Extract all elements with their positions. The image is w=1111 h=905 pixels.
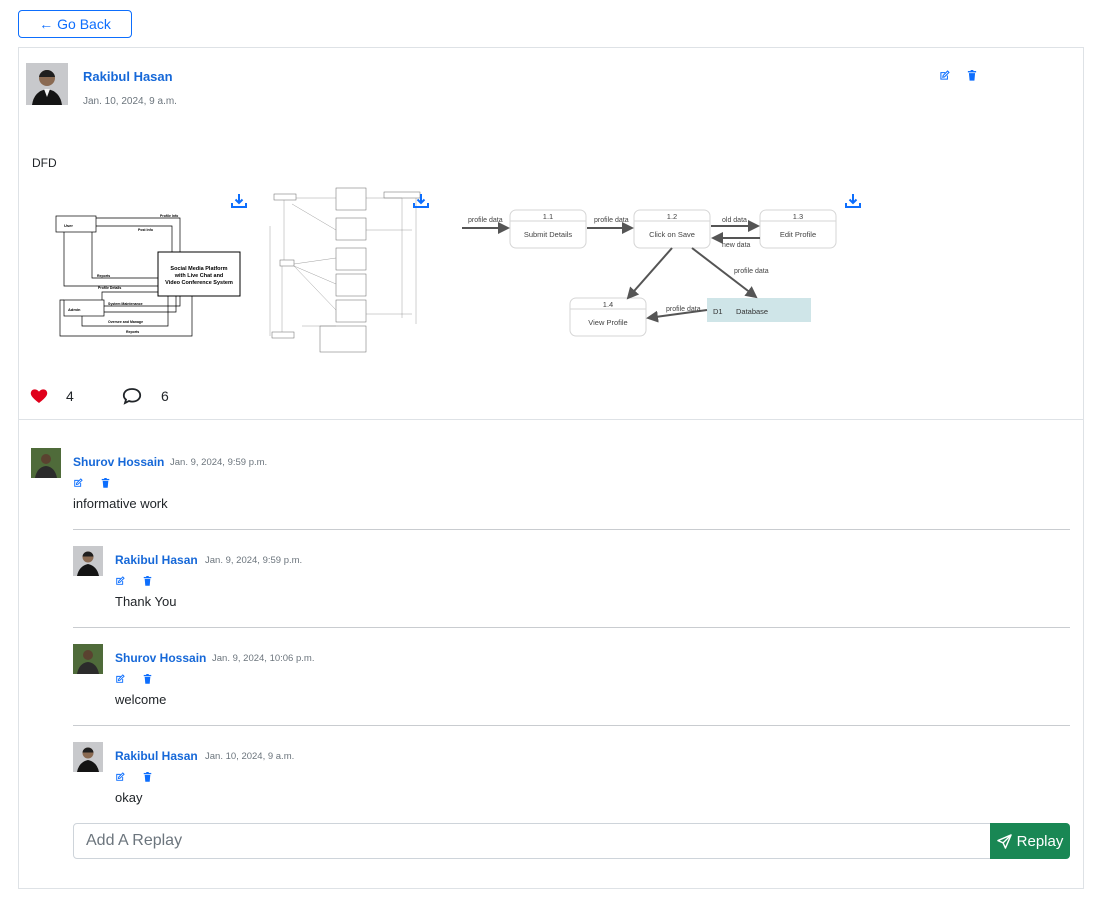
go-back-button[interactable]: ← Go Back [18, 10, 132, 38]
d1-system-maintenance: System Maintenance [108, 302, 143, 306]
d3-p2-id: 1.2 [667, 212, 677, 221]
chat-bubble-icon [122, 388, 142, 405]
d1-user: User [64, 223, 73, 228]
comment-trash-icon[interactable] [101, 478, 110, 488]
reply-text: welcome [115, 692, 167, 707]
d3-f5: profile data [734, 268, 769, 275]
reply-author[interactable]: Shurov Hossain [115, 651, 206, 665]
comment-author[interactable]: Shurov Hossain [73, 455, 164, 469]
download-icon[interactable] [845, 193, 861, 214]
d3-f1: profile data [468, 217, 503, 224]
comment-date: Jan. 9, 2024, 9:59 p.m. [170, 457, 268, 468]
d3-f2: profile data [594, 217, 629, 224]
comment-edit-icon[interactable] [73, 478, 83, 488]
d3-p4-id: 1.4 [603, 300, 613, 309]
like-button[interactable] [30, 388, 48, 409]
d1-reports: Reports [97, 274, 110, 278]
reply-edit-icon[interactable] [115, 772, 125, 782]
d1-center-3: Video Conference System [165, 280, 233, 286]
d3-p4: View Profile [588, 318, 627, 327]
d1-center-1: Social Media Platform [170, 266, 227, 272]
d1-center-2: with Live Chat and [174, 273, 224, 279]
reply-divider [73, 627, 1070, 628]
reply-date: Jan. 9, 2024, 10:06 p.m. [212, 653, 315, 664]
diagram-image-3[interactable]: 1.1 Submit Details 1.2 Click on Save 1.3… [460, 204, 840, 340]
go-back-label: Go Back [57, 16, 111, 32]
d3-f6: profile data [666, 306, 701, 313]
d1-admin: Admin [68, 307, 81, 312]
reply-author[interactable]: Rakibul Hasan [115, 553, 198, 567]
d1-profile-details: Profile Details [98, 286, 121, 290]
diagram-image-2[interactable] [262, 186, 432, 354]
d3-p1-id: 1.1 [543, 212, 553, 221]
d3-store: Database [736, 307, 768, 316]
reply-trash-icon[interactable] [143, 576, 152, 586]
d1-post-info: Post Info [138, 228, 153, 232]
post-body: DFD [32, 156, 57, 170]
send-icon [996, 833, 1012, 849]
reply-button-label: Replay [1016, 832, 1064, 850]
post-divider [18, 419, 1084, 420]
post-trash-icon[interactable] [967, 70, 977, 81]
heart-icon [30, 389, 48, 403]
reply-edit-icon[interactable] [115, 576, 125, 586]
reply-text: Thank You [115, 594, 177, 609]
post-date: Jan. 10, 2024, 9 a.m. [83, 96, 177, 107]
comment-button[interactable] [122, 387, 142, 410]
d3-p1: Submit Details [524, 230, 573, 239]
arrow-left-icon: ← [39, 16, 54, 32]
reply-edit-icon[interactable] [115, 674, 125, 684]
reply-button[interactable]: Replay [990, 823, 1070, 859]
reply-date: Jan. 10, 2024, 9 a.m. [205, 751, 295, 762]
reply-avatar [73, 546, 103, 576]
d3-store-id: D1 [713, 307, 723, 316]
download-icon[interactable] [413, 193, 429, 214]
d1-profile-info: Profile Info [160, 214, 178, 218]
d3-f3: old data [722, 217, 747, 224]
reply-avatar [73, 742, 103, 772]
reply-text: okay [115, 790, 143, 805]
d3-p3-id: 1.3 [793, 212, 803, 221]
d3-p3: Edit Profile [780, 230, 816, 239]
post-author-name[interactable]: Rakibul Hasan [83, 69, 173, 84]
comment-divider [73, 529, 1070, 530]
reply-input[interactable] [73, 823, 991, 859]
like-count: 4 [66, 388, 74, 404]
d1-reports2: Reports [126, 330, 139, 334]
d3-p2: Click on Save [649, 230, 695, 239]
comment-text: informative work [73, 496, 168, 511]
comment-count: 6 [161, 388, 169, 404]
reply-author[interactable]: Rakibul Hasan [115, 749, 198, 763]
post-edit-icon[interactable] [939, 70, 950, 81]
reply-avatar [73, 644, 103, 674]
diagram-image-1[interactable]: User Admin Social Media Platform with Li… [52, 206, 242, 338]
post-author-avatar [26, 63, 68, 105]
reply-trash-icon[interactable] [143, 674, 152, 684]
reply-divider [73, 725, 1070, 726]
comment-avatar [31, 448, 61, 478]
d3-f4: new data [722, 242, 751, 249]
d1-oversee: Oversee and Manage [108, 320, 143, 324]
download-icon[interactable] [231, 193, 247, 214]
reply-date: Jan. 9, 2024, 9:59 p.m. [205, 555, 303, 566]
reply-trash-icon[interactable] [143, 772, 152, 782]
